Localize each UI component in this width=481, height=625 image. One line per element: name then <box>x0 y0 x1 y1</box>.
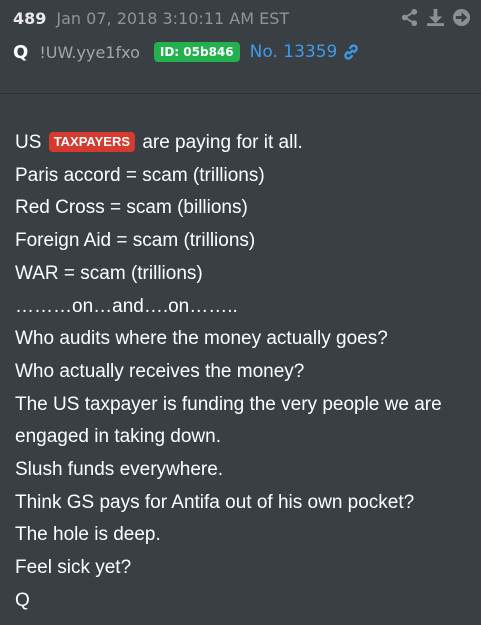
post-reference-link[interactable]: No. 13359 <box>250 42 338 62</box>
body-line: Red Cross = scam (billions) <box>15 197 248 219</box>
body-line-suffix: are paying for it all. <box>142 132 303 153</box>
link-icon[interactable] <box>342 43 360 61</box>
body-line: Who audits where the money actually goes… <box>15 328 388 350</box>
body-line: ………on…and….on…….. <box>15 295 238 317</box>
download-icon[interactable] <box>425 7 446 28</box>
author-name: Q <box>13 41 29 63</box>
taxpayers-tag: TAXPAYERS <box>48 132 136 152</box>
post-body: US TAXPAYERS are paying for it all. Pari… <box>15 127 475 618</box>
arrow-right-circle-icon[interactable] <box>451 7 472 28</box>
post-timestamp: Jan 07, 2018 3:10:11 AM EST <box>56 8 290 28</box>
body-line: Slush funds everywhere. <box>15 459 224 481</box>
body-line: WAR = scam (trillions) <box>15 262 203 284</box>
body-line: engaged in taking down. <box>15 426 221 448</box>
signature-line: Q <box>15 589 30 611</box>
id-badge[interactable]: ID: 05b846 <box>153 42 240 62</box>
body-line: Feel sick yet? <box>15 557 132 579</box>
body-line: Paris accord = scam (trillions) <box>15 164 265 186</box>
post-actions <box>399 7 472 28</box>
body-line: Think GS pays for Antifa out of his own … <box>15 491 415 513</box>
body-line: Foreign Aid = scam (trillions) <box>15 230 256 252</box>
body-line: Who actually receives the money? <box>15 360 305 382</box>
post-author-row: Q !UW.yye1fxo ID: 05b846 No. 13359 <box>13 38 360 66</box>
post-header: 489 Jan 07, 2018 3:10:11 AM EST Q !UW.yy… <box>0 0 481 94</box>
body-line-1: US TAXPAYERS are paying for it all. <box>15 127 475 160</box>
body-line: The hole is deep. <box>15 524 161 546</box>
post-meta-row: 489 Jan 07, 2018 3:10:11 AM EST <box>13 6 289 30</box>
tripcode: !UW.yye1fxo <box>39 42 140 62</box>
body-line-prefix: US <box>15 132 42 153</box>
post-card: 489 Jan 07, 2018 3:10:11 AM EST Q !UW.yy… <box>0 0 481 625</box>
post-number: 489 <box>13 8 47 28</box>
share-icon[interactable] <box>399 7 420 28</box>
body-line: The US taxpayer is funding the very peop… <box>15 393 442 415</box>
